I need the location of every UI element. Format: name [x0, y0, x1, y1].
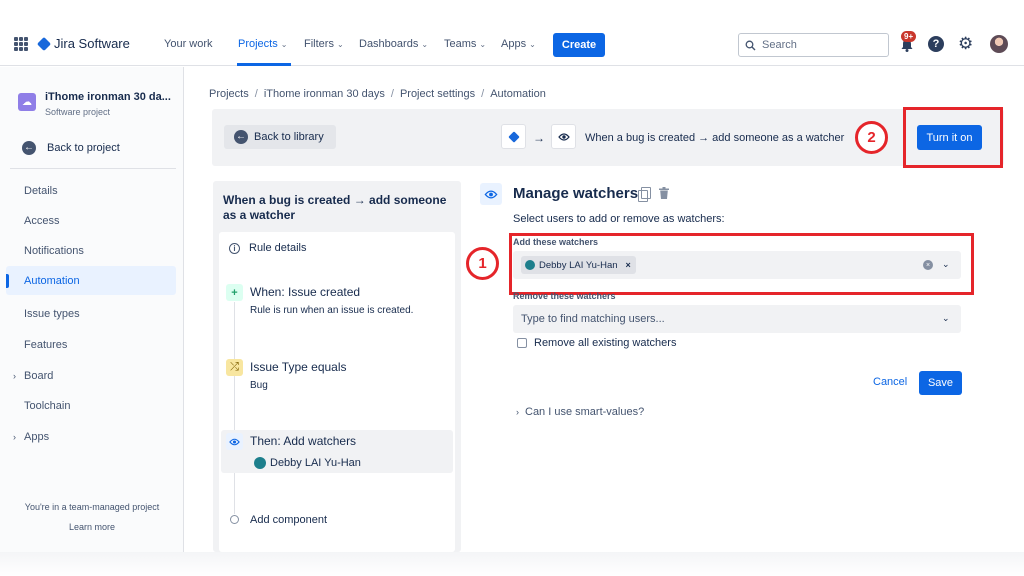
sidebar-item-access[interactable]: Access	[6, 206, 176, 235]
jira-trigger-icon	[501, 124, 526, 149]
rule-title: When a bug is created → add someone as a…	[223, 193, 447, 222]
divider	[10, 168, 176, 169]
app-name: Jira Software	[54, 36, 130, 51]
add-watchers-label: Add these watchers	[513, 237, 599, 247]
create-button[interactable]: Create	[553, 33, 605, 57]
arrow-left-icon: ←	[234, 130, 248, 144]
arrow-left-icon: ←	[22, 141, 36, 155]
chevron-down-icon: ⌄	[529, 39, 536, 49]
jira-logo[interactable]: Jira Software	[36, 36, 130, 51]
trigger-title[interactable]: When: Issue created	[250, 285, 360, 299]
breadcrumb-settings[interactable]: Project settings	[400, 88, 475, 100]
annotation-marker-1: 1	[466, 247, 499, 280]
trash-icon[interactable]	[659, 187, 669, 199]
watcher-chip[interactable]: Debby LAI Yu-Han ×	[521, 256, 636, 274]
chevron-right-icon: ›	[13, 431, 16, 442]
eye-icon	[551, 124, 576, 149]
sidebar-item-notifications[interactable]: Notifications	[6, 236, 176, 265]
add-component-link[interactable]: Add component	[250, 514, 327, 526]
project-sidebar: ☁ iThome ironman 30 da... Software proje…	[0, 67, 184, 552]
chevron-down-icon[interactable]: ⌄	[942, 313, 950, 324]
eye-icon	[226, 433, 243, 450]
shuffle-icon: ⤮	[226, 359, 243, 376]
chevron-down-icon[interactable]: ⌄	[942, 259, 950, 270]
sidebar-item-toolchain[interactable]: Toolchain	[6, 391, 176, 420]
remove-all-checkbox[interactable]	[517, 338, 527, 348]
remove-watchers-placeholder: Type to find matching users...	[521, 313, 665, 325]
sidebar-item-details[interactable]: Details	[6, 176, 176, 205]
active-nav-indicator	[237, 63, 291, 66]
annotation-box-2	[903, 107, 1003, 168]
smart-values-expander[interactable]: › Can I use smart-values?	[516, 406, 644, 418]
sidebar-item-automation[interactable]: Automation	[6, 266, 176, 295]
breadcrumb-automation[interactable]: Automation	[490, 88, 546, 100]
sidebar-item-issue-types[interactable]: Issue types	[6, 299, 176, 328]
sidebar-item-board[interactable]: › Board	[6, 361, 176, 390]
cancel-button[interactable]: Cancel	[873, 376, 907, 388]
clear-icon[interactable]: ×	[923, 260, 933, 270]
nav-apps[interactable]: Apps ⌄	[501, 38, 536, 50]
nav-dashboards[interactable]: Dashboards ⌄	[359, 38, 428, 50]
plus-icon: +	[226, 284, 243, 301]
nav-teams[interactable]: Teams ⌄	[444, 38, 486, 50]
config-title: Manage watchers	[513, 185, 639, 202]
remove-chip-icon[interactable]: ×	[626, 260, 631, 270]
back-to-library-button[interactable]: ← Back to library	[224, 125, 336, 149]
back-to-project-label: Back to project	[47, 142, 120, 154]
jira-logo-icon	[36, 36, 52, 51]
avatar	[254, 457, 266, 469]
trigger-description: Rule is run when an issue is created.	[250, 305, 414, 316]
breadcrumb-project[interactable]: iThome ironman 30 days	[264, 88, 385, 100]
remove-all-label[interactable]: Remove all existing watchers	[534, 337, 676, 349]
top-navigation: Jira Software Your work Projects ⌄ Filter…	[0, 0, 1024, 66]
team-managed-note: You're in a team-managed project	[24, 502, 160, 512]
chevron-down-icon: ⌄	[280, 39, 288, 49]
chevron-right-icon: ›	[13, 370, 16, 381]
back-to-project-link[interactable]: ← Back to project	[22, 141, 120, 155]
remove-watchers-label: Remove these watchers	[513, 291, 616, 301]
condition-title[interactable]: Issue Type equals	[250, 360, 347, 374]
project-avatar: ☁	[18, 93, 36, 111]
nav-filters[interactable]: Filters ⌄	[304, 38, 344, 50]
nav-projects[interactable]: Projects ⌄	[238, 38, 287, 50]
info-icon: i	[229, 242, 240, 254]
sidebar-item-apps[interactable]: › Apps	[6, 422, 176, 451]
chevron-down-icon: ⌄	[479, 39, 487, 49]
breadcrumb: Projects / iThome ironman 30 days / Projec…	[209, 88, 546, 100]
config-hint: Select users to add or remove as watcher…	[513, 213, 725, 225]
learn-more-link[interactable]: Learn more	[0, 522, 184, 532]
rule-components	[219, 232, 455, 552]
search-icon	[745, 40, 756, 50]
chevron-down-icon: ⌄	[336, 39, 344, 49]
notifications-badge: 9+	[901, 31, 917, 42]
project-type: Software project	[45, 107, 111, 117]
search-box[interactable]	[738, 33, 889, 57]
help-icon[interactable]: ?	[928, 36, 944, 52]
rule-summary: When a bug is created → add someone as a…	[585, 132, 845, 144]
avatar[interactable]	[990, 35, 1008, 53]
save-button[interactable]: Save	[919, 371, 962, 395]
project-name[interactable]: iThome ironman 30 da...	[45, 91, 171, 103]
app-switcher-icon[interactable]	[14, 37, 28, 51]
rule-connector-line	[234, 302, 235, 514]
chevron-right-icon: ›	[516, 407, 519, 417]
gear-icon[interactable]: ⚙	[958, 35, 973, 53]
search-input[interactable]	[762, 39, 872, 51]
add-component-dot	[230, 515, 239, 524]
bottom-fade	[0, 552, 1024, 576]
rule-details-link[interactable]: i Rule details	[229, 242, 306, 254]
back-to-library-label: Back to library	[254, 131, 324, 143]
nav-your-work[interactable]: Your work	[164, 38, 213, 50]
breadcrumb-projects[interactable]: Projects	[209, 88, 249, 100]
condition-value: Bug	[250, 380, 268, 391]
sidebar-item-features[interactable]: Features	[6, 330, 176, 359]
copy-icon[interactable]	[638, 187, 651, 202]
avatar	[525, 260, 535, 270]
annotation-marker-2: 2	[855, 121, 888, 154]
action-title: Then: Add watchers	[250, 434, 357, 448]
arrow-right-icon: →	[533, 131, 545, 145]
eye-icon	[480, 183, 502, 205]
chevron-down-icon: ⌄	[421, 39, 429, 49]
action-watcher: Debby LAI Yu-Han	[254, 457, 361, 469]
